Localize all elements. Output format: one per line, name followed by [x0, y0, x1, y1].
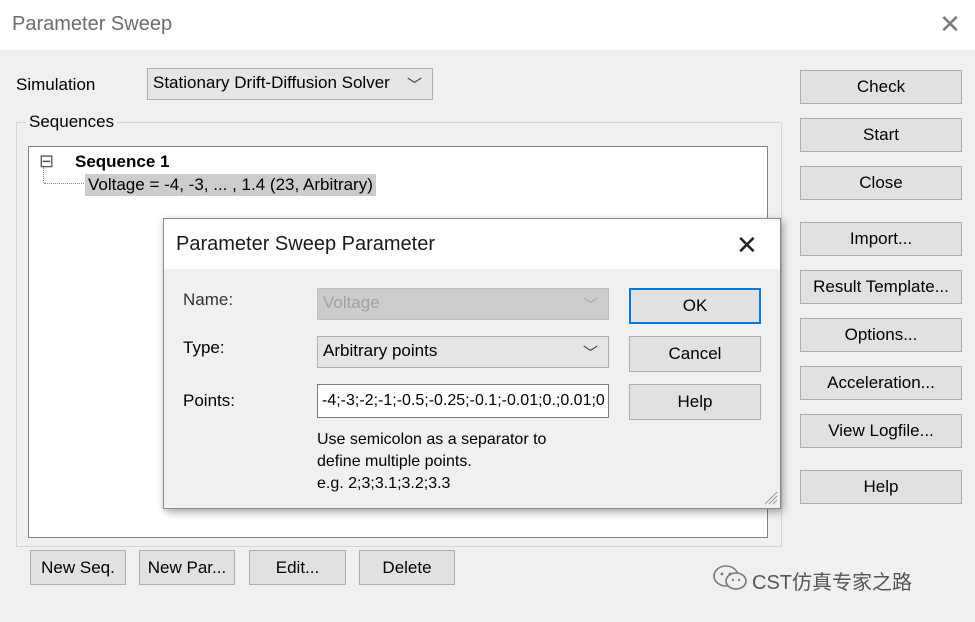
wechat-icon	[712, 564, 748, 592]
watermark-text: CST仿真专家之路	[752, 572, 912, 594]
hint-line-2: define multiple points.	[317, 453, 472, 470]
dialog-title: Parameter Sweep Parameter	[176, 233, 436, 255]
check-button[interactable]: Check	[800, 70, 962, 104]
name-select[interactable]: Voltage ﹀	[317, 288, 609, 320]
type-label: Type:	[183, 338, 225, 357]
simulation-value: Stationary Drift-Diffusion Solver	[153, 73, 390, 92]
type-value: Arbitrary points	[323, 341, 438, 360]
simulation-select[interactable]: Stationary Drift-Diffusion Solver ﹀	[147, 68, 433, 100]
acceleration-button[interactable]: Acceleration...	[800, 366, 962, 400]
chevron-down-icon: ﹀	[582, 297, 598, 314]
close-button[interactable]: Close	[800, 166, 962, 200]
start-button[interactable]: Start	[800, 118, 962, 152]
simulation-label: Simulation	[16, 75, 96, 94]
chevron-down-icon: ﹀	[406, 77, 422, 94]
new-seq-button[interactable]: New Seq.	[30, 550, 126, 585]
points-value: -4;-3;-2;-1;-0.5;-0.25;-0.1;-0.01;0.;0.0…	[322, 392, 605, 409]
collapse-icon[interactable]: ⊟	[39, 151, 54, 172]
resize-grip-icon[interactable]	[762, 489, 778, 505]
new-par-button[interactable]: New Par...	[139, 550, 235, 585]
edit-button[interactable]: Edit...	[249, 550, 346, 585]
tree-connector	[43, 167, 45, 183]
points-label: Points:	[183, 391, 235, 410]
delete-button[interactable]: Delete	[359, 550, 455, 585]
name-label: Name:	[183, 290, 234, 309]
ok-button[interactable]: OK	[629, 288, 761, 324]
tree-connector	[44, 183, 84, 185]
help-button[interactable]: Help	[800, 470, 962, 504]
name-value: Voltage	[323, 293, 380, 312]
window-close-button[interactable]: ✕	[936, 10, 964, 38]
result-template-button[interactable]: Result Template...	[800, 270, 962, 304]
dialog-close-button[interactable]: ✕	[736, 230, 758, 261]
tree-item-voltage[interactable]: Voltage = -4, -3, ... , 1.4 (23, Arbitra…	[85, 174, 376, 196]
points-input[interactable]: -4;-3;-2;-1;-0.5;-0.25;-0.1;-0.01;0.;0.0…	[317, 384, 609, 418]
type-select[interactable]: Arbitrary points ﹀	[317, 336, 609, 368]
hint-line-3: e.g. 2;3;3.1;3.2;3.3	[317, 475, 451, 492]
dialog-help-button[interactable]: Help	[629, 384, 761, 420]
window-title: Parameter Sweep	[12, 13, 173, 35]
view-logfile-button[interactable]: View Logfile...	[800, 414, 962, 448]
tree-item-sequence-1[interactable]: Sequence 1	[75, 152, 170, 172]
sequences-label: Sequences	[26, 112, 118, 132]
parameter-dialog: Parameter Sweep Parameter ✕ Name: Voltag…	[163, 218, 781, 509]
hint-line-1: Use semicolon as a separator to	[317, 431, 547, 448]
options-button[interactable]: Options...	[800, 318, 962, 352]
chevron-down-icon: ﹀	[582, 345, 598, 362]
cancel-button[interactable]: Cancel	[629, 336, 761, 372]
import-button[interactable]: Import...	[800, 222, 962, 256]
